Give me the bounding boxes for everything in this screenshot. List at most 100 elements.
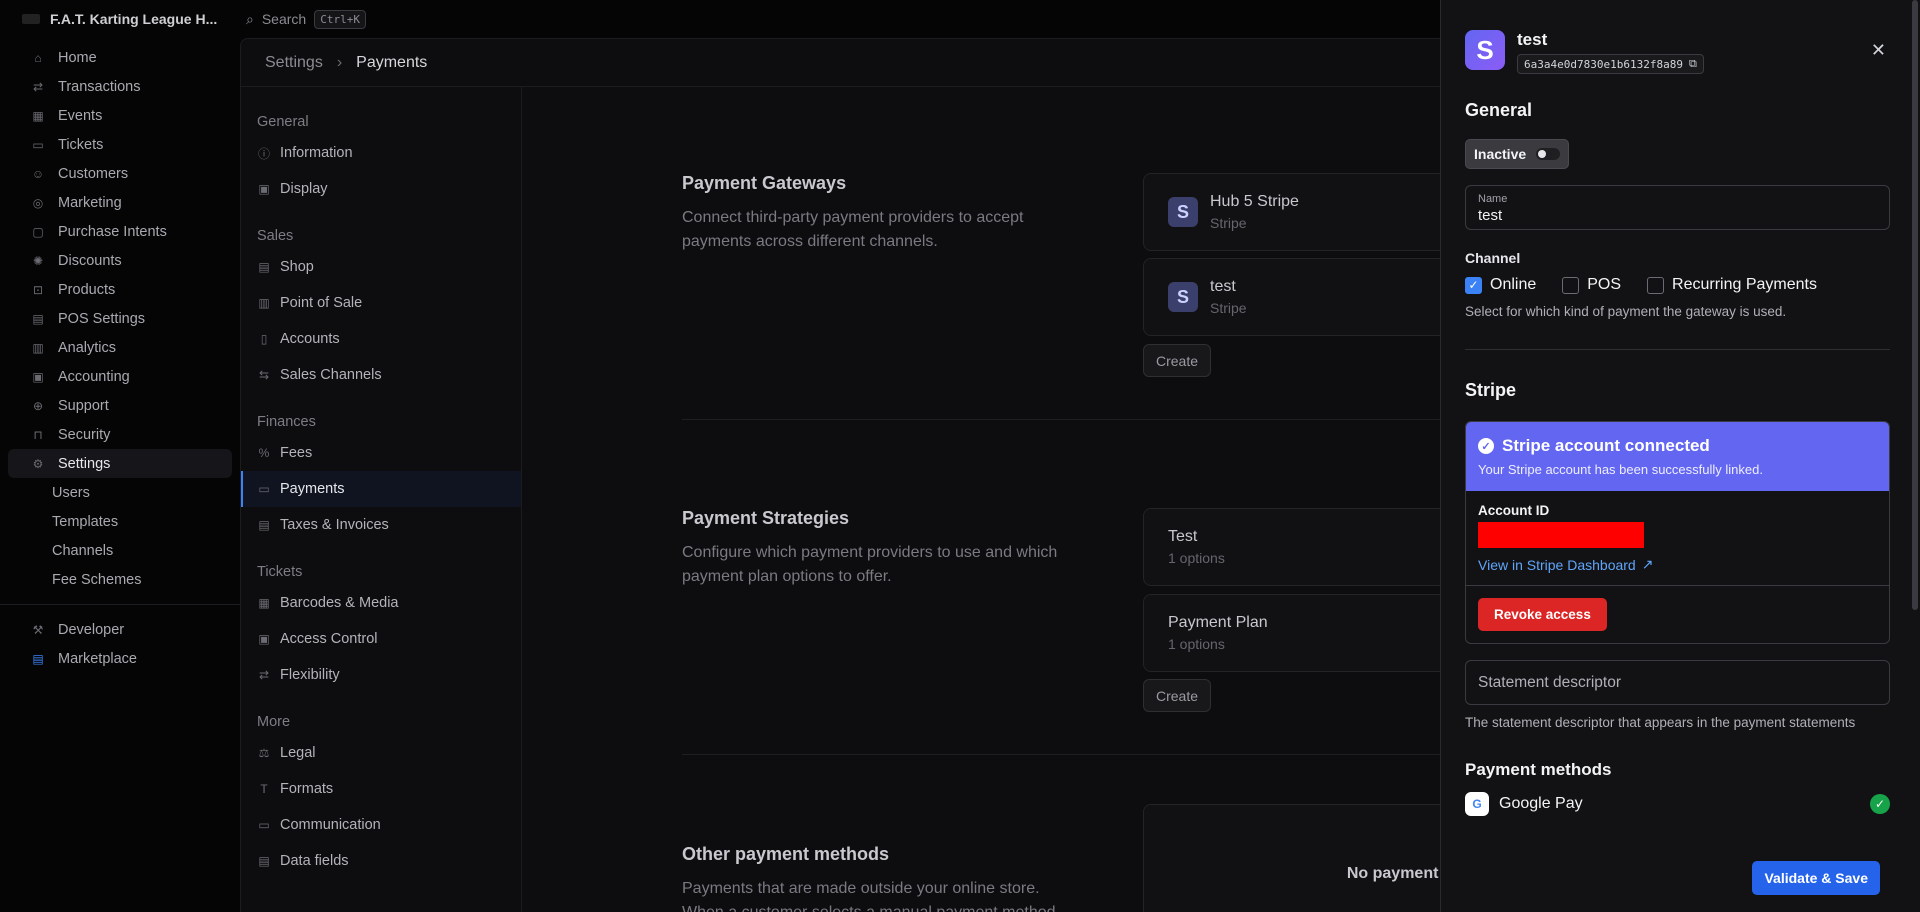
gateway-card[interactable]: S Hub 5 Stripe Stripe [1143,173,1441,251]
name-field[interactable]: Name test [1465,185,1890,230]
settings-item-shop[interactable]: ▤ Shop [241,249,521,285]
nav-label: Accounting [58,368,130,385]
hammer-icon: ⚒ [32,622,44,637]
card-title: Hub 5 Stripe [1210,193,1299,210]
type-icon: T [260,782,268,796]
strategy-card[interactable]: Payment Plan 1 options [1143,594,1441,672]
nav-item-security[interactable]: ⊓ Security [8,420,232,449]
nav-sub-fee-schemes[interactable]: Fee Schemes [0,565,240,594]
revoke-section: Revoke access [1466,586,1889,643]
nav-item-analytics[interactable]: ▥ Analytics [8,333,232,362]
search-icon: ⌕ [246,10,254,27]
recurring-payments-checkbox[interactable] [1647,276,1665,294]
close-icon[interactable]: ✕ [1871,40,1886,61]
nav-item-products[interactable]: ⊡ Products [8,275,232,304]
settings-item-label: Accounts [280,331,340,347]
statement-descriptor-input[interactable]: Statement descriptor [1465,660,1890,705]
payment-method-google-pay[interactable]: G Google Pay ✓ [1465,792,1890,816]
enabled-check-icon[interactable]: ✓ [1870,794,1890,814]
nav-label: Analytics [58,339,117,356]
brand[interactable]: F.A.T. Karting League H... [0,11,240,27]
gateway-card[interactable]: S test Stripe [1143,258,1441,336]
strategy-card[interactable]: Test 1 options [1143,508,1441,586]
section-divider [682,419,1441,420]
name-field-value[interactable]: test [1478,207,1877,224]
channel-help: Select for which kind of payment the gat… [1465,304,1787,319]
settings-item-point-of-sale[interactable]: ▥ Point of Sale [241,285,521,321]
nav-item-transactions[interactable]: ⇄ Transactions [8,72,232,101]
nav-item-tickets[interactable]: ▭ Tickets [8,130,232,159]
channel-label: Channel [1465,250,1521,266]
settings-item-communication[interactable]: ▭ Communication [241,807,521,843]
database-icon: ▤ [258,854,270,868]
settings-item-barcodes-media[interactable]: ▦ Barcodes & Media [241,585,521,621]
nav-item-settings[interactable]: ⚙ Settings [8,449,232,478]
online-checkbox[interactable]: ✓ [1465,276,1482,294]
settings-item-label: Barcodes & Media [280,595,399,611]
nav-item-discounts[interactable]: ✺ Discounts [8,246,232,275]
account-icon: ▯ [260,332,268,346]
nav-label: Security [58,426,111,443]
settings-item-formats[interactable]: T Formats [241,771,521,807]
nav-item-support[interactable]: ⊕ Support [8,391,232,420]
settings-item-fees[interactable]: % Fees [241,435,521,471]
settings-group-title: More [257,714,291,730]
stripe-heading: Stripe [1465,380,1517,400]
nav-item-pos-settings[interactable]: ▤ POS Settings [8,304,232,333]
check-circle-icon: ✓ [1478,438,1494,454]
wallet-icon: ▣ [32,369,44,384]
settings-group-title: General [257,114,309,130]
gateway-id-badge[interactable]: 6a3a4e0d7830e1b6132f8a89 ⧉ [1517,54,1704,74]
external-link-icon: ↗ [1641,556,1654,572]
nav-item-marketing[interactable]: ◎ Marketing [8,188,232,217]
toggle-switch[interactable] [1536,148,1561,160]
nav-item-developer[interactable]: ⚒ Developer [8,615,232,644]
chat-icon: ▭ [258,818,270,832]
create-strategy-button[interactable]: Create [1143,679,1212,712]
settings-item-sales-channels[interactable]: ⇆ Sales Channels [241,357,521,393]
create-gateway-button[interactable]: Create [1143,344,1212,377]
nav-item-events[interactable]: ▦ Events [8,101,232,130]
nav-sub-users[interactable]: Users [0,478,240,507]
settings-item-taxes-invoices[interactable]: ▤ Taxes & Invoices [241,507,521,543]
settings-item-information[interactable]: ⓘ Information [241,135,521,171]
settings-item-payments[interactable]: ▭ Payments [241,471,521,507]
connected-title: Stripe account connected [1502,436,1710,455]
nav-item-purchase-intents[interactable]: ▢ Purchase Intents [8,217,232,246]
settings-icon: ⚙ [32,456,44,471]
ticket-icon: ▭ [32,137,44,152]
lock-icon: ⊓ [33,427,43,442]
copy-icon[interactable]: ⧉ [1689,57,1697,71]
search-button[interactable]: ⌕ Search Ctrl+K [246,9,366,29]
calendar-icon: ▦ [32,108,44,123]
settings-item-data-fields[interactable]: ▤ Data fields [241,843,521,879]
general-heading: General [1465,100,1533,120]
brand-name: F.A.T. Karting League H... [50,11,218,27]
breadcrumb-parent[interactable]: Settings [265,54,323,72]
revoke-access-button[interactable]: Revoke access [1478,598,1607,631]
settings-item-label: Access Control [280,631,378,647]
validate-save-button[interactable]: Validate & Save [1752,861,1880,895]
settings-item-flexibility[interactable]: ⇄ Flexibility [241,657,521,693]
nav-item-marketplace[interactable]: ▤ Marketplace [8,644,232,673]
nav-label: Marketplace [58,650,137,667]
nav-sub-templates[interactable]: Templates [0,507,240,536]
bag-icon: ▢ [32,224,44,239]
nav-item-home[interactable]: ⌂ Home [8,43,232,72]
nav-sub-channels[interactable]: Channels [0,536,240,565]
settings-item-legal[interactable]: ⚖ Legal [241,735,521,771]
settings-item-accounts[interactable]: ▯ Accounts [241,321,521,357]
pos-checkbox[interactable] [1562,276,1580,294]
settings-item-access-control[interactable]: ▣ Access Control [241,621,521,657]
nav-item-customers[interactable]: ☺ Customers [8,159,232,188]
drawer-scrollbar[interactable] [1912,0,1918,610]
settings-item-display[interactable]: ▣ Display [241,171,521,207]
stripe-dashboard-link[interactable]: View in Stripe Dashboard ↗ [1478,556,1877,573]
account-id-redacted [1478,522,1644,548]
search-shortcut: Ctrl+K [314,9,366,29]
active-toggle[interactable]: Inactive [1465,139,1570,169]
settings-item-label: Flexibility [280,667,340,683]
nav-item-accounting[interactable]: ▣ Accounting [8,362,232,391]
main-panel: Settings › Payments General ⓘ Information… [240,38,1441,912]
nav-label: Products [58,281,116,298]
